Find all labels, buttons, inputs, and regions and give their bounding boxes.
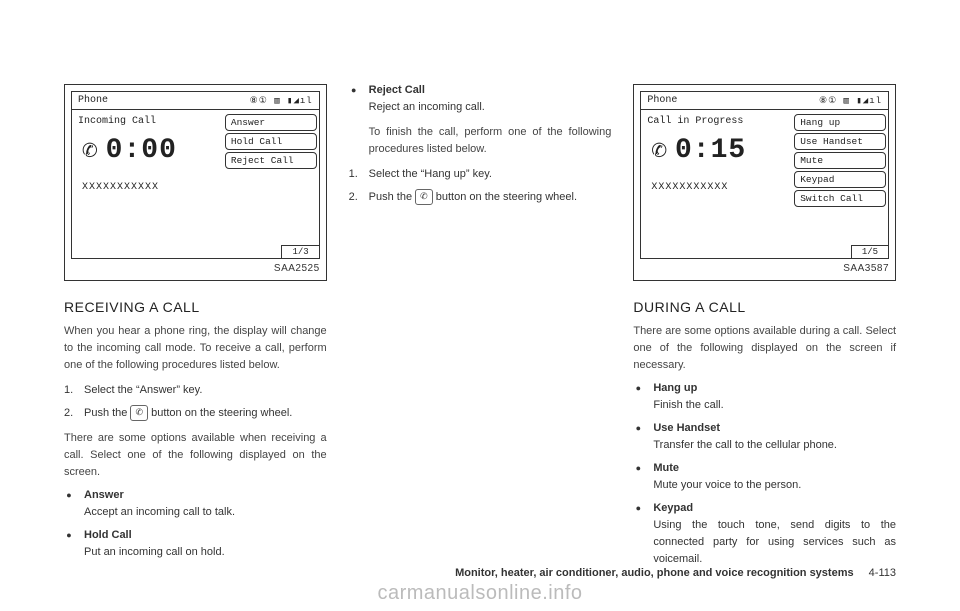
figure-status-icons: ⑧① ▥ ▮◢ıl [819, 96, 882, 106]
figure-right-panel: Answer Hold Call Reject Call [223, 110, 319, 246]
bullet-name: Mute [653, 462, 679, 474]
menu-item-hold: Hold Call [225, 133, 317, 150]
phone-button-icon: ✆ [415, 189, 433, 205]
time-row: ✆ 0:00 [82, 135, 217, 166]
bullet-dot-icon: ● [64, 531, 74, 540]
figure-label: SAA3587 [640, 259, 889, 274]
section-heading: DURING A CALL [633, 299, 896, 315]
bullet-desc: Using the touch tone, send digits to the… [653, 517, 896, 568]
bullet-desc: Finish the call. [653, 397, 896, 414]
bullet-item: ● Reject Call Reject an incoming call. [349, 84, 612, 116]
bullet-list: ● Reject Call Reject an incoming call. [349, 84, 612, 116]
steps-list: 1. Select the “Hang up” key. 2. Push the… [349, 166, 612, 206]
column-1: Phone ⑧① ▥ ▮◢ıl Incoming Call ✆ 0:00 XXX… [64, 84, 327, 576]
bullet-dot-icon: ● [64, 491, 74, 500]
figure-titlebar: Phone ⑧① ▥ ▮◢ıl [72, 92, 319, 110]
bullet-item: ● Keypad Using the touch tone, send digit… [633, 502, 896, 568]
intro-text: There are some options available during … [633, 323, 896, 374]
bullet-desc: Transfer the call to the cellular phone. [653, 437, 896, 454]
call-status: Incoming Call [78, 116, 217, 127]
caller-id: XXXXXXXXXXX [82, 182, 217, 193]
bullet-item: ● Mute Mute your voice to the person. [633, 462, 896, 494]
menu-item-answer: Answer [225, 114, 317, 131]
figure-counter: 1/5 [851, 245, 888, 258]
menu-item-switch: Switch Call [794, 190, 886, 207]
bullet-dot-icon: ● [633, 464, 643, 473]
options-intro: There are some options available when re… [64, 430, 327, 481]
call-status: Call in Progress [647, 116, 786, 127]
bullet-name: Reject Call [369, 84, 425, 96]
figure-screen: Phone ⑧① ▥ ▮◢ıl Incoming Call ✆ 0:00 XXX… [71, 91, 320, 259]
figure-screen: Phone ⑧① ▥ ▮◢ıl Call in Progress ✆ 0:15 … [640, 91, 889, 259]
bullet-list: ● Hang up Finish the call. ● Use Handset T… [633, 382, 896, 568]
call-timer: 0:15 [675, 135, 746, 166]
bullet-dot-icon: ● [349, 86, 359, 95]
figure-incoming-call: Phone ⑧① ▥ ▮◢ıl Incoming Call ✆ 0:00 XXX… [64, 84, 327, 281]
call-timer: 0:00 [106, 135, 177, 166]
step-item: 2. Push the ✆ button on the steering whe… [64, 405, 327, 422]
footer: Monitor, heater, air conditioner, audio,… [455, 567, 896, 579]
bullet-desc: Reject an incoming call. [369, 99, 612, 116]
bullet-desc: Mute your voice to the person. [653, 477, 896, 494]
bullet-item: ● Use Handset Transfer the call to the ce… [633, 422, 896, 454]
finish-text: To finish the call, perform one of the f… [369, 124, 612, 158]
intro-text: When you hear a phone ring, the display … [64, 323, 327, 374]
step-text: Select the “Answer” key. [84, 382, 327, 399]
menu-item-keypad: Keypad [794, 171, 886, 188]
bullet-name: Use Handset [653, 422, 720, 434]
step-text: Push the ✆ button on the steering wheel. [84, 405, 327, 422]
figure-status-icons: ⑧① ▥ ▮◢ıl [250, 96, 313, 106]
bullet-list: ● Answer Accept an incoming call to talk.… [64, 489, 327, 561]
step-text: Push the ✆ button on the steering wheel. [369, 189, 612, 206]
bullet-item: ● Answer Accept an incoming call to talk. [64, 489, 327, 521]
step-item: 2. Push the ✆ button on the steering whe… [349, 189, 612, 206]
menu-item-reject: Reject Call [225, 152, 317, 169]
figure-title: Phone [78, 95, 108, 106]
time-row: ✆ 0:15 [651, 135, 786, 166]
step-number: 2. [64, 405, 76, 422]
menu-item-handset: Use Handset [794, 133, 886, 150]
caller-id: XXXXXXXXXXX [651, 182, 786, 193]
steps-list: 1. Select the “Answer” key. 2. Push the … [64, 382, 327, 422]
bullet-name: Hang up [653, 382, 697, 394]
figure-counter: 1/3 [281, 245, 318, 258]
step-number: 1. [64, 382, 76, 399]
figure-right-panel: Hang up Use Handset Mute Keypad Switch C… [792, 110, 888, 246]
phone-button-icon: ✆ [130, 405, 148, 421]
figure-body: Call in Progress ✆ 0:15 XXXXXXXXXXX Hang… [641, 110, 888, 246]
step-number: 2. [349, 189, 361, 206]
bullet-dot-icon: ● [633, 424, 643, 433]
bullet-desc: Accept an incoming call to talk. [84, 504, 327, 521]
phone-icon: ✆ [82, 135, 98, 166]
figure-title: Phone [647, 95, 677, 106]
step-item: 1. Select the “Answer” key. [64, 382, 327, 399]
phone-icon: ✆ [651, 135, 667, 166]
bullet-desc: Put an incoming call on hold. [84, 544, 327, 561]
figure-titlebar: Phone ⑧① ▥ ▮◢ıl [641, 92, 888, 110]
column-3: Phone ⑧① ▥ ▮◢ıl Call in Progress ✆ 0:15 … [633, 84, 896, 576]
bullet-item: ● Hold Call Put an incoming call on hold. [64, 529, 327, 561]
figure-label: SAA2525 [71, 259, 320, 274]
figure-during-call: Phone ⑧① ▥ ▮◢ıl Call in Progress ✆ 0:15 … [633, 84, 896, 281]
menu-item-hangup: Hang up [794, 114, 886, 131]
step-item: 1. Select the “Hang up” key. [349, 166, 612, 183]
figure-left-panel: Call in Progress ✆ 0:15 XXXXXXXXXXX [641, 110, 792, 246]
bullet-dot-icon: ● [633, 504, 643, 513]
footer-page: 4-113 [869, 567, 896, 579]
section-heading: RECEIVING A CALL [64, 299, 327, 315]
figure-left-panel: Incoming Call ✆ 0:00 XXXXXXXXXXX [72, 110, 223, 246]
footer-section: Monitor, heater, air conditioner, audio,… [455, 567, 854, 579]
page: Phone ⑧① ▥ ▮◢ıl Incoming Call ✆ 0:00 XXX… [0, 0, 960, 602]
bullet-name: Hold Call [84, 529, 132, 541]
column-2: ● Reject Call Reject an incoming call. To… [349, 84, 612, 576]
bullet-item: ● Hang up Finish the call. [633, 382, 896, 414]
bullet-name: Keypad [653, 502, 693, 514]
figure-body: Incoming Call ✆ 0:00 XXXXXXXXXXX Answer … [72, 110, 319, 246]
step-number: 1. [349, 166, 361, 183]
menu-item-mute: Mute [794, 152, 886, 169]
bullet-name: Answer [84, 489, 124, 501]
step-text: Select the “Hang up” key. [369, 166, 612, 183]
bullet-dot-icon: ● [633, 384, 643, 393]
